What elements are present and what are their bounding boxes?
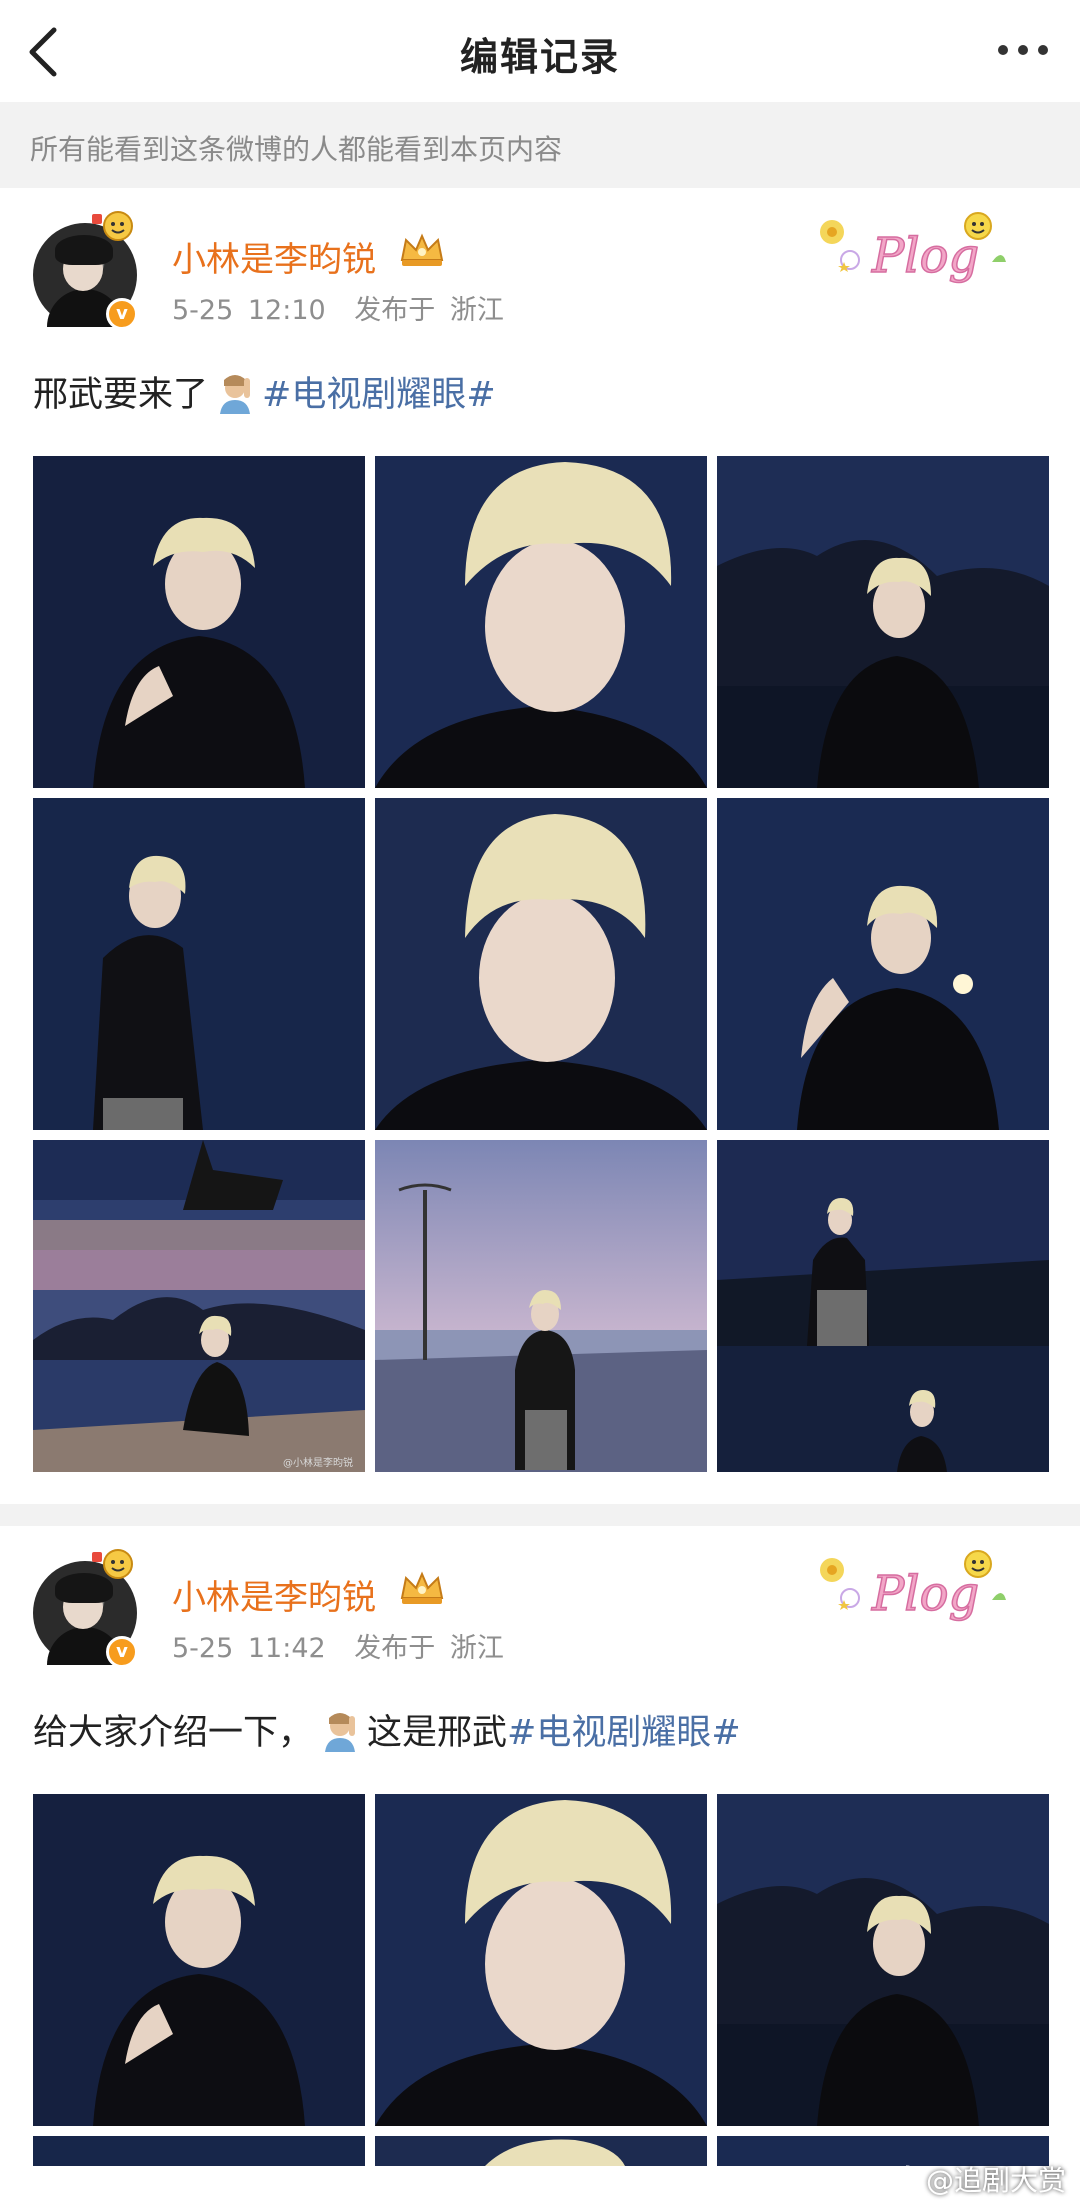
post-time: 5-25 12:10 <box>172 295 326 326</box>
username[interactable]: 小林是李昀锐 <box>172 232 376 281</box>
photo-thumbnail[interactable] <box>375 1140 707 1472</box>
avatar-pendant-icon <box>92 1549 133 1579</box>
svg-text:Plog: Plog <box>871 228 979 284</box>
post-card-1[interactable]: v 小林是李昀锐 5-25 12:10 发布于 浙江 Plog 邢武要来了 #电… <box>0 188 1080 1504</box>
plog-sticker-icon: Plog <box>820 212 1006 285</box>
post-meta: 5-25 11:42 发布于 浙江 <box>172 1626 518 1665</box>
photo-thumbnail[interactable] <box>33 456 365 788</box>
verified-badge-icon: v <box>106 1636 138 1668</box>
visibility-notice: 所有能看到这条微博的人都能看到本页内容 <box>0 102 1080 188</box>
post-text-body: 这是邢武 <box>367 1713 508 1753</box>
watermark-text: @追剧大赏 <box>925 2164 1066 2197</box>
post-card-2[interactable]: v 小林是李昀锐 5-25 11:42 发布于 浙江 Plog 给大家介绍一下，… <box>0 1526 1080 2209</box>
photo-thumbnail[interactable] <box>375 798 707 1130</box>
photo-thumbnail[interactable] <box>717 456 1049 788</box>
hashtag-link[interactable]: #电视剧耀眼# <box>507 1713 741 1753</box>
photo-thumbnail[interactable] <box>375 456 707 788</box>
photo-thumbnail[interactable] <box>717 1794 1049 2126</box>
hashtag-link[interactable]: #电视剧耀眼# <box>262 375 496 415</box>
notice-text: 所有能看到这条微博的人都能看到本页内容 <box>30 133 563 166</box>
photo-thumbnail[interactable] <box>717 798 1049 1130</box>
more-options-icon[interactable] <box>996 40 1050 60</box>
person-raising-hand-emoji-icon <box>325 1713 356 1752</box>
post-text-body: 给大家介绍一下， <box>33 1713 314 1753</box>
photo-thumbnail[interactable] <box>375 2136 707 2166</box>
watermark: @追剧大赏 <box>880 2159 1066 2199</box>
svg-text:Plog: Plog <box>871 1566 979 1622</box>
post-divider <box>0 1504 1080 1526</box>
crown-badge-icon[interactable] <box>398 230 446 270</box>
post-meta: 5-25 12:10 发布于 浙江 <box>172 288 518 327</box>
plog-sticker-icon: Plog <box>820 1550 1006 1623</box>
top-bar: 编辑记录 <box>0 0 1080 102</box>
username[interactable]: 小林是李昀锐 <box>172 1570 376 1619</box>
photo-thumbnail[interactable] <box>33 2136 365 2166</box>
person-raising-hand-emoji-icon <box>220 375 251 414</box>
post-time: 5-25 11:42 <box>172 1633 326 1664</box>
page-title: 编辑记录 <box>459 35 620 79</box>
crown-badge-icon[interactable] <box>398 1568 446 1608</box>
photo-thumbnail[interactable] <box>33 798 365 1130</box>
post-text: 给大家介绍一下， 这是邢武#电视剧耀眼# <box>33 1704 741 1755</box>
post-text-body: 邢武要来了 <box>33 375 209 415</box>
weibo-logo-icon <box>880 2165 918 2195</box>
verified-badge-icon: v <box>106 298 138 330</box>
photo-thumbnail[interactable] <box>33 1794 365 2126</box>
photo-thumbnail[interactable]: @小林是李昀锐 <box>33 1140 365 1472</box>
photo-thumbnail[interactable] <box>717 1140 1049 1472</box>
post-location: 发布于 浙江 <box>354 295 504 326</box>
post-location: 发布于 浙江 <box>354 1633 504 1664</box>
photo-thumbnail[interactable] <box>375 1794 707 2126</box>
image-caption: @小林是李昀锐 <box>283 1456 353 1469</box>
avatar-pendant-icon <box>92 211 133 241</box>
post-text: 邢武要来了 #电视剧耀眼# <box>33 366 496 417</box>
